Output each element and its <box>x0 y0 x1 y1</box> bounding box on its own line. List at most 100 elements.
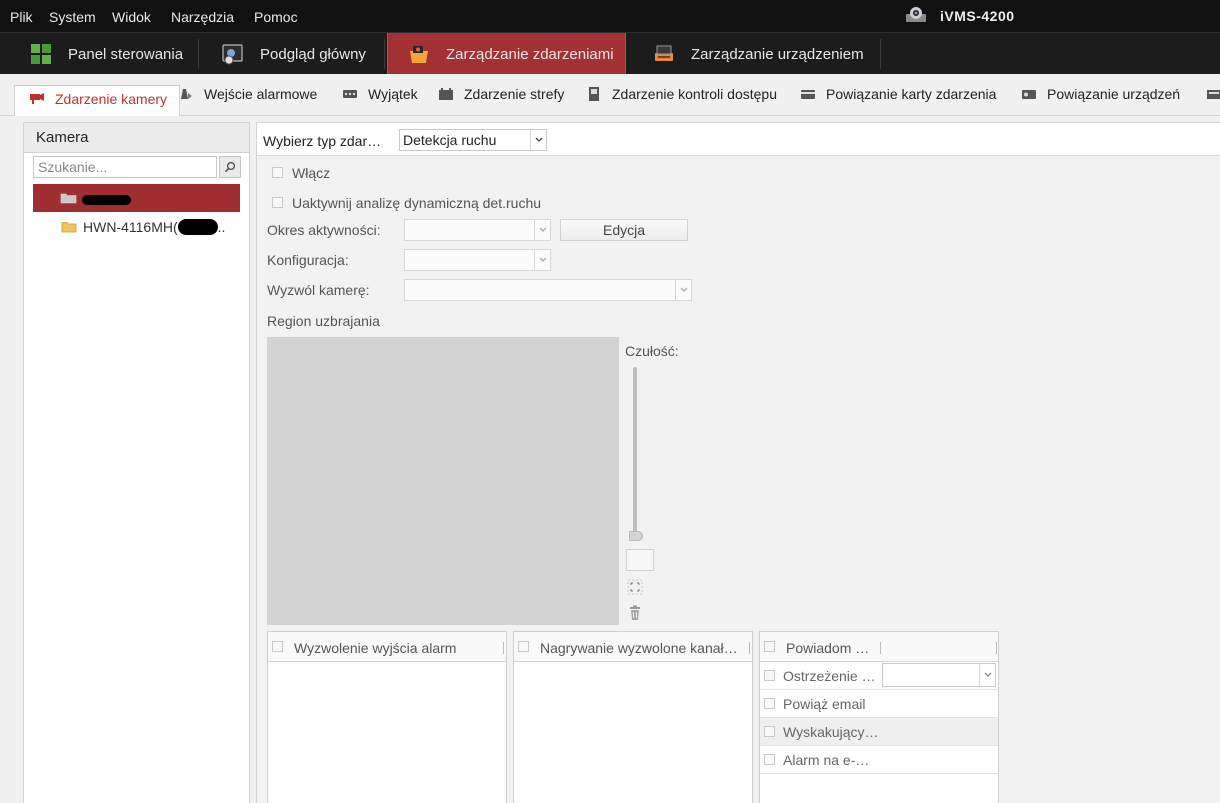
tab-main-view[interactable]: Podgląd główny <box>222 33 366 75</box>
camera-icon <box>30 93 44 104</box>
subtab-camera-event[interactable]: Zdarzenie kamery <box>14 85 181 116</box>
notify-warning-checkbox[interactable] <box>764 670 775 681</box>
subtab-alarm-input[interactable]: Wejście alarmowe <box>178 86 317 116</box>
recording-header-label: Nagrywanie wyzwolone kanał… <box>540 640 738 656</box>
more-tabs-icon[interactable] <box>1206 87 1220 101</box>
configuration-select[interactable] <box>404 249 551 271</box>
notify-row-popup[interactable]: Wyskakujący… <box>760 718 998 746</box>
menu-pomoc[interactable]: Pomoc <box>254 9 298 25</box>
subtab-exception-label: Wyjątek <box>368 86 418 102</box>
module-tab-bar: Panel sterowania Podgląd główny Zarządza… <box>0 32 1220 75</box>
tree-item-selected[interactable] <box>33 184 240 212</box>
subtab-device-linkage[interactable]: Powiązanie urządzeń <box>1021 86 1180 116</box>
main-view-icon <box>222 44 243 65</box>
subtab-device-linkage-label: Powiązanie urządzeń <box>1047 86 1181 102</box>
tree-item-device-ellipsis: .. <box>217 219 226 235</box>
alarm-output-list: Wyzwolenie wyjścia alarm <box>267 631 507 803</box>
search-input[interactable] <box>33 156 217 178</box>
device-folder-icon <box>60 193 77 204</box>
chevron-down-icon <box>534 220 550 240</box>
module-divider <box>198 39 199 69</box>
notify-select-all-checkbox[interactable] <box>764 641 775 652</box>
control-panel-icon <box>31 44 51 64</box>
notify-row-alarm-map[interactable]: Alarm na e-… <box>760 746 998 774</box>
sensitivity-slider-track[interactable] <box>633 367 637 539</box>
search-button[interactable] <box>219 156 241 178</box>
sensitivity-slider-handle[interactable] <box>629 531 643 541</box>
subtab-camera-event-label: Zdarzenie kamery <box>55 91 168 107</box>
chevron-down-icon <box>675 280 691 300</box>
notify-row-email[interactable]: Powiąż email <box>760 690 998 718</box>
sensitivity-label: Czułość: <box>625 343 679 359</box>
delete-icon[interactable] <box>627 605 643 621</box>
notify-header-label: Powiadom … <box>786 640 870 656</box>
trigger-camera-label: Wyzwól kamerę: <box>267 282 370 298</box>
column-divider <box>749 642 750 654</box>
column-divider <box>880 642 881 654</box>
tree-item-device[interactable]: HWN-4116MH( .. <box>33 213 240 241</box>
subtab-exception[interactable]: Wyjątek <box>342 86 418 116</box>
tab-device-management[interactable]: Zarządzanie urządzeniem <box>653 33 864 75</box>
notify-alarm-map-checkbox[interactable] <box>764 754 775 765</box>
camera-logo-icon <box>906 7 926 22</box>
notify-email-label: Powiąż email <box>783 696 866 712</box>
event-config-panel: Wybierz typ zdar… Detekcja ruchu Włącz U… <box>256 122 1220 803</box>
notify-email-checkbox[interactable] <box>764 698 775 709</box>
recording-header: Nagrywanie wyzwolone kanał… <box>514 632 752 662</box>
camera-panel: Kamera HWN-4116MH( .. <box>23 122 250 803</box>
schedule-select[interactable] <box>404 219 551 241</box>
subtab-zone-event[interactable]: Zdarzenie strefy <box>438 86 564 116</box>
alarm-input-icon <box>181 89 192 99</box>
alarm-output-select-all-checkbox[interactable] <box>272 641 283 652</box>
recording-select-all-checkbox[interactable] <box>518 641 529 652</box>
event-management-icon <box>410 46 428 63</box>
menu-narzedzia[interactable]: Narzędzia <box>171 9 234 25</box>
camera-panel-title: Kamera <box>24 123 249 153</box>
subtab-card-linkage-label: Powiązanie karty zdarzenia <box>826 86 997 102</box>
notify-alarm-map-label: Alarm na e-… <box>783 752 870 768</box>
device-linkage-icon <box>1022 90 1036 99</box>
tree-item-device-label: HWN-4116MH( <box>83 219 178 235</box>
trigger-camera-select[interactable] <box>404 279 692 301</box>
alarm-output-header-label: Wyzwolenie wyjścia alarm <box>294 640 457 656</box>
menu-plik[interactable]: Plik <box>10 9 33 25</box>
enable-checkbox[interactable] <box>272 167 283 178</box>
notification-list: Powiadom … Ostrzeżenie … Powiąż email Wy… <box>759 631 999 803</box>
card-linkage-icon <box>801 90 815 99</box>
subtab-card-linkage[interactable]: Powiązanie karty zdarzenia <box>800 86 996 116</box>
notify-popup-label: Wyskakujący… <box>783 724 879 740</box>
tab-control-panel-label: Panel sterowania <box>68 45 184 63</box>
fullscreen-icon[interactable] <box>627 579 643 595</box>
alarm-output-header: Wyzwolenie wyjścia alarm <box>268 632 506 662</box>
tab-event-management[interactable]: Zarządzanie zdarzeniami <box>387 33 626 75</box>
sensitivity-value-box <box>626 549 654 571</box>
recording-channel-list: Nagrywanie wyzwolone kanał… <box>513 631 753 803</box>
tab-main-view-label: Podgląd główny <box>260 45 366 63</box>
notify-row-warning[interactable]: Ostrzeżenie … <box>760 662 998 690</box>
zone-event-icon <box>439 88 453 100</box>
app-title: iVMS-4200 <box>940 8 1015 24</box>
menu-widok[interactable]: Widok <box>112 9 151 25</box>
redacted-device-id <box>177 219 218 235</box>
dynamic-analysis-checkbox[interactable] <box>272 197 283 208</box>
menu-bar: Plik System Widok Narzędzia Pomoc iVMS-4… <box>0 0 1220 32</box>
search-box <box>33 156 241 178</box>
enable-label: Włącz <box>292 165 331 181</box>
notify-header: Powiadom … <box>760 632 998 662</box>
tab-control-panel[interactable]: Panel sterowania <box>30 33 183 75</box>
configuration-label: Konfiguracja: <box>267 252 349 268</box>
redacted-device-name <box>82 195 131 205</box>
event-type-select[interactable]: Detekcja ruchu <box>399 129 547 151</box>
event-subtab-bar: Zdarzenie kamery Wejście alarmowe Wyjąte… <box>0 74 1220 116</box>
subtab-access-control[interactable]: Zdarzenie kontroli dostępu <box>586 86 777 116</box>
arming-region-canvas[interactable] <box>267 337 619 625</box>
exception-icon <box>343 90 357 98</box>
warning-sound-select[interactable] <box>882 663 996 687</box>
chevron-down-icon <box>979 664 995 686</box>
subtab-zone-event-label: Zdarzenie strefy <box>464 86 565 102</box>
menu-system[interactable]: System <box>49 9 96 25</box>
column-divider <box>996 642 997 654</box>
notify-popup-checkbox[interactable] <box>764 726 775 737</box>
module-divider <box>384 39 385 69</box>
edit-schedule-button[interactable]: Edycja <box>560 219 688 241</box>
